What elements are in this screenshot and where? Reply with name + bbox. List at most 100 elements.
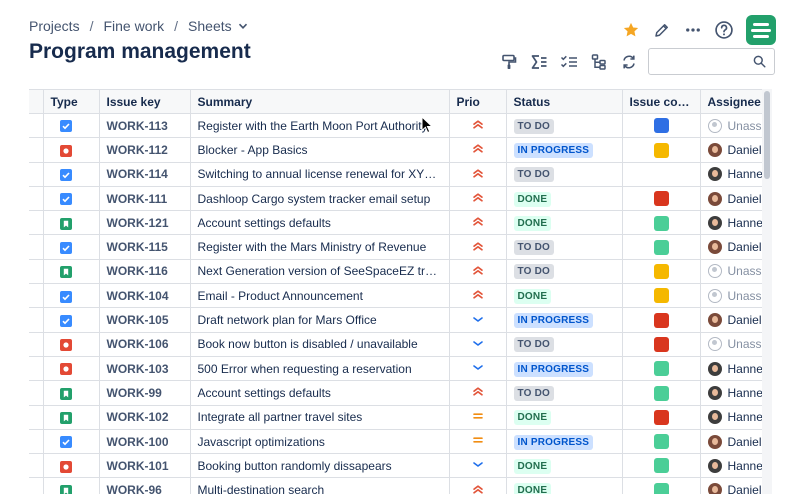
row-gutter[interactable]: [29, 161, 44, 187]
row-gutter[interactable]: [29, 355, 44, 382]
cell-issue-key[interactable]: WORK-96: [98, 477, 191, 494]
cell-prio[interactable]: [448, 380, 507, 406]
cell-prio[interactable]: [448, 283, 507, 309]
row-gutter[interactable]: [29, 137, 44, 163]
cell-type[interactable]: [42, 355, 100, 382]
cell-type[interactable]: [42, 137, 100, 163]
cell-status[interactable]: TO DO: [505, 258, 623, 285]
column-header-issue-color[interactable]: Issue color: [621, 89, 701, 114]
cell-issue-key[interactable]: WORK-99: [98, 380, 191, 406]
cell-summary[interactable]: Multi-destination search: [189, 477, 450, 494]
cell-assignee[interactable]: Unassigned: [699, 258, 762, 285]
cell-type[interactable]: [42, 210, 100, 236]
cell-type[interactable]: [42, 307, 100, 333]
row-gutter[interactable]: [29, 210, 44, 236]
cell-status[interactable]: DONE: [505, 185, 623, 212]
cell-assignee[interactable]: Unassigned: [699, 331, 762, 357]
column-header-status[interactable]: Status: [505, 89, 623, 114]
cell-status[interactable]: DONE: [505, 210, 623, 236]
cell-type[interactable]: [42, 161, 100, 187]
cell-summary[interactable]: Dashloop Cargo system tracker email setu…: [189, 185, 450, 212]
table-row[interactable]: WORK-96 Multi-destination search DONE Danie…: [29, 477, 762, 494]
table-row[interactable]: WORK-99 Account settings defaults TO DO Han…: [29, 380, 762, 406]
table-row[interactable]: WORK-121 Account settings defaults DONE Han…: [29, 210, 762, 236]
row-gutter[interactable]: [29, 307, 44, 333]
cell-summary[interactable]: Email - Product Announcement: [189, 283, 450, 309]
cell-prio[interactable]: [448, 331, 507, 357]
cell-prio[interactable]: [448, 307, 507, 333]
table-row[interactable]: WORK-115 Register with the Mars Ministry …: [29, 234, 762, 260]
star-icon[interactable]: [617, 16, 645, 44]
cell-summary[interactable]: Account settings defaults: [189, 380, 450, 406]
row-gutter[interactable]: [29, 234, 44, 260]
cell-issue-key[interactable]: WORK-121: [98, 210, 191, 236]
cell-status[interactable]: DONE: [505, 453, 623, 479]
cell-summary[interactable]: Draft network plan for Mars Office: [189, 307, 450, 333]
cell-status[interactable]: TO DO: [505, 234, 623, 260]
pencil-icon[interactable]: [648, 16, 676, 44]
cell-issue-color[interactable]: [621, 137, 701, 163]
row-gutter[interactable]: [29, 380, 44, 406]
help-icon[interactable]: [710, 16, 738, 44]
cell-prio[interactable]: [448, 161, 507, 187]
hierarchy-icon[interactable]: [584, 49, 614, 75]
cell-status[interactable]: DONE: [505, 404, 623, 430]
cell-issue-key[interactable]: WORK-112: [98, 137, 191, 163]
cell-issue-color[interactable]: [621, 234, 701, 260]
breadcrumb-fine-work[interactable]: Fine work: [103, 18, 164, 34]
cell-summary[interactable]: Booking button randomly dissapears: [189, 453, 450, 479]
cell-issue-color[interactable]: [621, 428, 701, 455]
vertical-scrollbar[interactable]: [762, 89, 772, 494]
cell-status[interactable]: IN PROGRESS: [505, 428, 623, 455]
cell-prio[interactable]: [448, 453, 507, 479]
row-gutter[interactable]: [29, 185, 44, 212]
row-gutter[interactable]: [29, 428, 44, 455]
table-row[interactable]: WORK-114 Switching to annual license rene…: [29, 161, 762, 187]
cell-assignee[interactable]: Daniel: [699, 185, 762, 212]
column-header-prio[interactable]: Prio: [448, 89, 507, 114]
cell-summary[interactable]: Book now button is disabled / unavailabl…: [189, 331, 450, 357]
cell-summary[interactable]: Next Generation version of SeeSpaceEZ tr…: [189, 258, 450, 285]
cell-issue-color[interactable]: [621, 185, 701, 212]
cell-issue-key[interactable]: WORK-101: [98, 453, 191, 479]
breadcrumb-sheets[interactable]: Sheets: [188, 18, 232, 34]
cell-assignee[interactable]: Unassigned: [699, 112, 762, 139]
cell-prio[interactable]: [448, 112, 507, 139]
cell-type[interactable]: [42, 331, 100, 357]
refresh-icon[interactable]: [614, 49, 644, 75]
cell-status[interactable]: TO DO: [505, 112, 623, 139]
cell-issue-color[interactable]: [621, 283, 701, 309]
cell-issue-key[interactable]: WORK-102: [98, 404, 191, 430]
cell-prio[interactable]: [448, 428, 507, 455]
cell-assignee[interactable]: Hanne: [699, 453, 762, 479]
row-gutter[interactable]: [29, 112, 44, 139]
cell-status[interactable]: IN PROGRESS: [505, 307, 623, 333]
cell-issue-key[interactable]: WORK-104: [98, 283, 191, 309]
cell-status[interactable]: TO DO: [505, 380, 623, 406]
table-row[interactable]: WORK-100 Javascript optimizations IN PROGR…: [29, 428, 762, 455]
row-gutter[interactable]: [29, 331, 44, 357]
cell-issue-color[interactable]: [621, 161, 701, 187]
more-icon[interactable]: [679, 16, 707, 44]
cell-assignee[interactable]: Hanne: [699, 210, 762, 236]
cell-prio[interactable]: [448, 234, 507, 260]
cell-issue-color[interactable]: [621, 307, 701, 333]
cell-issue-key[interactable]: WORK-106: [98, 331, 191, 357]
row-gutter[interactable]: [29, 453, 44, 479]
table-row[interactable]: WORK-104 Email - Product Announcement DONE…: [29, 283, 762, 309]
cell-type[interactable]: [42, 453, 100, 479]
cell-issue-color[interactable]: [621, 210, 701, 236]
cell-summary[interactable]: Javascript optimizations: [189, 428, 450, 455]
cell-issue-color[interactable]: [621, 477, 701, 494]
format-paint-icon[interactable]: [494, 49, 524, 75]
row-gutter[interactable]: [29, 477, 44, 494]
app-logo-icon[interactable]: [746, 15, 776, 45]
cell-issue-key[interactable]: WORK-114: [98, 161, 191, 187]
cell-assignee[interactable]: Daniel: [699, 234, 762, 260]
cell-type[interactable]: [42, 112, 100, 139]
column-header-summary[interactable]: Summary: [189, 89, 450, 114]
table-row[interactable]: WORK-105 Draft network plan for Mars Offi…: [29, 307, 762, 333]
cell-issue-color[interactable]: [621, 404, 701, 430]
cell-type[interactable]: [42, 404, 100, 430]
cell-assignee[interactable]: Hanne: [699, 355, 762, 382]
